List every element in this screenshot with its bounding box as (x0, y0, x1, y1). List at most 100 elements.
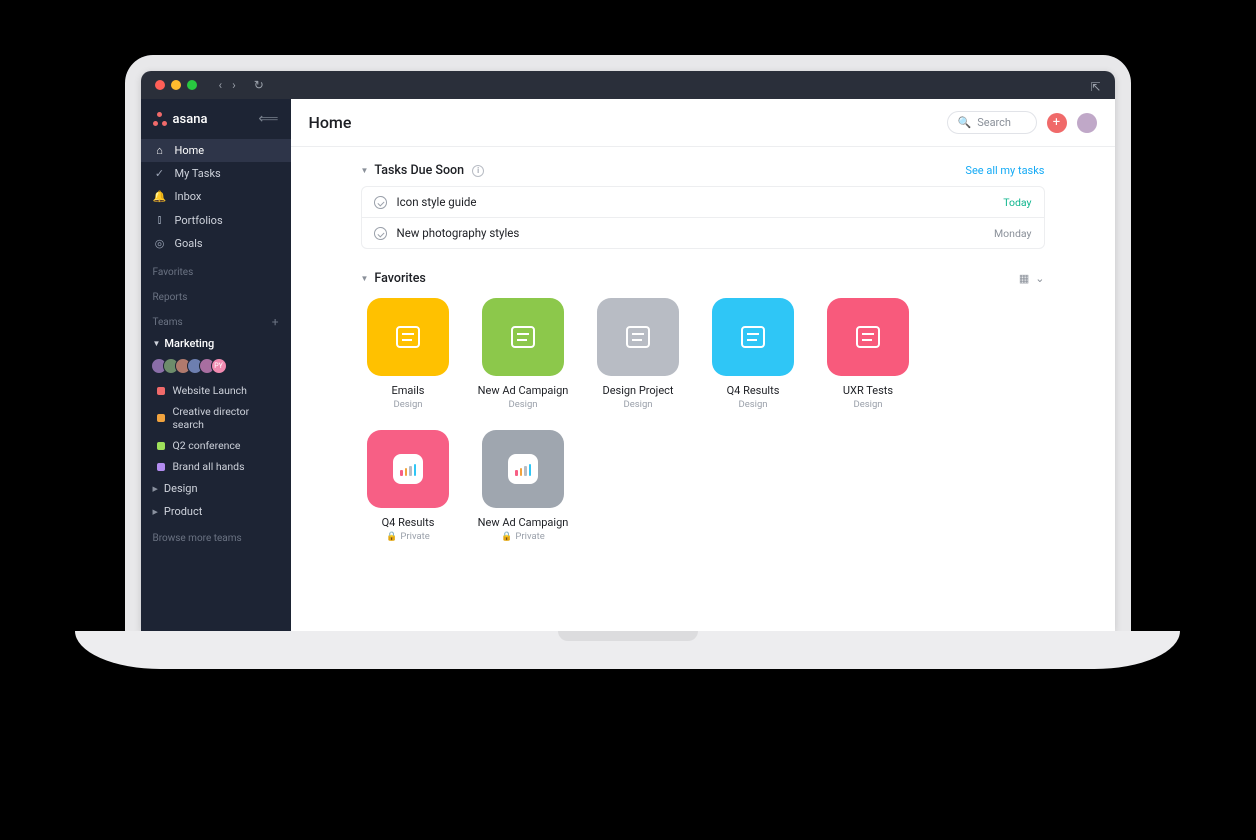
tasks-due-header: ▼ Tasks Due Soon i See all my tasks (361, 163, 1045, 178)
tile-subtitle: Design (508, 399, 537, 410)
chart-icon (400, 462, 416, 476)
team-label: Product (164, 505, 202, 518)
tile-title: Q4 Results (382, 516, 435, 529)
brand: asana ⟸ (141, 99, 291, 137)
list-icon (396, 326, 420, 348)
close-window-button[interactable] (155, 80, 165, 90)
sidebar-section-favorites[interactable]: Favorites (141, 257, 291, 282)
list-icon (856, 326, 880, 348)
nav-label: Inbox (175, 190, 202, 203)
tile-title: Design Project (602, 384, 673, 397)
project-label: Brand all hands (173, 460, 245, 473)
tile-subtitle: Design (623, 399, 652, 410)
chevron-right-icon: ▶ (153, 508, 158, 516)
task-title: Icon style guide (397, 195, 477, 209)
add-team-button[interactable]: + (272, 315, 279, 329)
nav-back-button[interactable]: ‹ (219, 78, 223, 92)
task-due-date: Monday (994, 227, 1031, 240)
project-color-icon (157, 442, 165, 450)
asana-logo-icon (153, 112, 167, 126)
nav-label: Portfolios (175, 214, 223, 227)
history-icon[interactable]: ↻ (254, 78, 264, 92)
project-tile (827, 298, 909, 376)
tile-title: New Ad Campaign (478, 384, 569, 397)
external-link-icon[interactable]: ⇱ (1090, 80, 1100, 94)
task-row[interactable]: New photography styles Monday (362, 217, 1044, 248)
main: Home 🔍 Search + ▼ (291, 99, 1115, 631)
search-input[interactable]: 🔍 Search (947, 111, 1037, 134)
tile-title: Q4 Results (727, 384, 780, 397)
view-dropdown[interactable]: ⌄ (1035, 272, 1044, 285)
project-label: Q2 conference (173, 439, 241, 452)
chevron-down-icon[interactable]: ▼ (361, 166, 369, 175)
home-icon: ⌂ (153, 144, 167, 157)
avatar[interactable]: PY (211, 358, 227, 374)
create-button[interactable]: + (1047, 113, 1067, 133)
sidebar-section-reports[interactable]: Reports (141, 282, 291, 307)
grid-view-icon[interactable]: ▦ (1019, 272, 1029, 285)
project-item[interactable]: Website Launch (141, 380, 291, 401)
favorites-grid: Emails Design New Ad Campaign Design Des… (361, 298, 1045, 542)
tile-title: UXR Tests (843, 384, 893, 397)
complete-task-checkbox[interactable] (374, 196, 387, 209)
bell-icon: 🔔 (153, 190, 167, 203)
brand-text: asana (173, 112, 208, 127)
task-row[interactable]: Icon style guide Today (362, 187, 1044, 217)
favorite-tile[interactable]: New Ad Campaign 🔒Private (476, 430, 571, 542)
favorite-tile[interactable]: New Ad Campaign Design (476, 298, 571, 410)
lock-icon: 🔒 (386, 532, 397, 542)
tasks-due-title: Tasks Due Soon (374, 163, 464, 178)
nav-label: My Tasks (175, 167, 221, 180)
teams-label: Teams (153, 317, 183, 328)
see-all-tasks-link[interactable]: See all my tasks (965, 164, 1044, 177)
favorites-header: ▼ Favorites ▦ ⌄ (361, 271, 1045, 286)
favorite-tile[interactable]: Q4 Results Design (706, 298, 801, 410)
nav-forward-button[interactable]: › (232, 78, 236, 92)
tile-subtitle: 🔒Private (501, 531, 545, 542)
window-titlebar: ‹ › ↻ ⇱ (141, 71, 1115, 99)
info-icon[interactable]: i (472, 165, 484, 177)
project-tile (482, 298, 564, 376)
tile-subtitle: Design (393, 399, 422, 410)
tile-title: Emails (392, 384, 425, 397)
task-due-date: Today (1003, 196, 1031, 209)
portfolio-tile (482, 430, 564, 508)
team-product[interactable]: ▶ Product (141, 500, 291, 523)
bars-icon: ⫾ (153, 213, 167, 227)
list-icon (511, 326, 535, 348)
tile-title: New Ad Campaign (478, 516, 569, 529)
minimize-window-button[interactable] (171, 80, 181, 90)
sidebar-item-home[interactable]: ⌂ Home (141, 139, 291, 162)
sidebar-item-goals[interactable]: ◎ Goals (141, 232, 291, 255)
favorite-tile[interactable]: Design Project Design (591, 298, 686, 410)
project-item[interactable]: Brand all hands (141, 456, 291, 477)
team-label: Design (164, 482, 198, 495)
sidebar-item-portfolios[interactable]: ⫾ Portfolios (141, 208, 291, 232)
tile-subtitle: Design (853, 399, 882, 410)
favorite-tile[interactable]: Q4 Results 🔒Private (361, 430, 456, 542)
project-item[interactable]: Q2 conference (141, 435, 291, 456)
maximize-window-button[interactable] (187, 80, 197, 90)
favorite-tile[interactable]: UXR Tests Design (821, 298, 916, 410)
project-item[interactable]: Creative director search (141, 401, 291, 435)
team-design[interactable]: ▶Design (141, 477, 291, 500)
sidebar-item-my-tasks[interactable]: ✓My Tasks (141, 162, 291, 185)
sidebar-item-inbox[interactable]: 🔔 Inbox (141, 185, 291, 208)
favorite-tile[interactable]: Emails Design (361, 298, 456, 410)
team-marketing[interactable]: ▼ Marketing (141, 333, 291, 354)
search-placeholder: Search (977, 116, 1011, 129)
app-window: ‹ › ↻ ⇱ asana ⟸ ⌂ Home ✓My Tasks 🔔 Inbox ⫾ Por… (141, 71, 1115, 631)
nav-label: Home (175, 144, 205, 157)
user-avatar[interactable] (1077, 113, 1097, 133)
browse-teams-link[interactable]: Browse more teams (141, 523, 291, 554)
collapse-sidebar-button[interactable]: ⟸ (258, 111, 278, 127)
complete-task-checkbox[interactable] (374, 227, 387, 240)
project-color-icon (157, 463, 165, 471)
list-icon (741, 326, 765, 348)
chevron-down-icon[interactable]: ▼ (361, 274, 369, 283)
header: Home 🔍 Search + (291, 99, 1115, 147)
nav-label: Goals (175, 237, 203, 250)
team-avatars: PY (141, 354, 291, 380)
target-icon: ◎ (153, 237, 167, 250)
project-label: Creative director search (173, 405, 279, 431)
